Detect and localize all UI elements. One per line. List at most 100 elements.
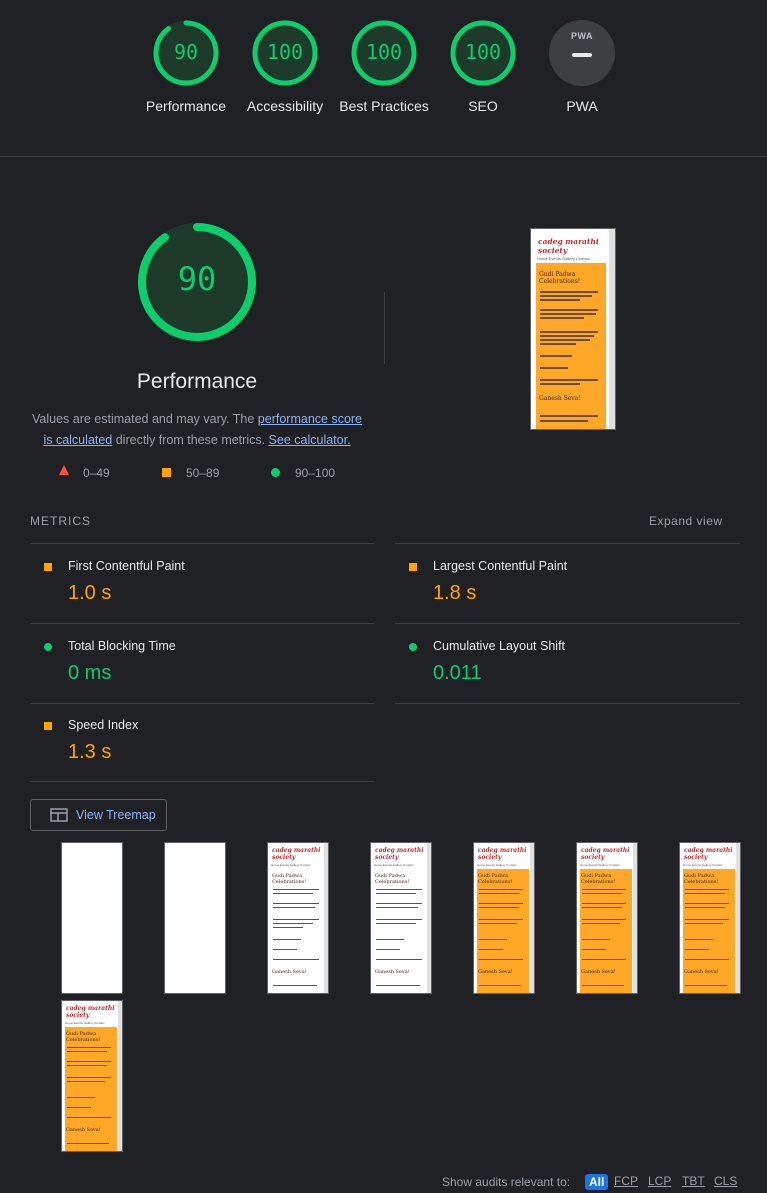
frame-logo-line: cadeg marathi bbox=[375, 847, 424, 854]
metric-speed-index: Speed Index 1.3 s bbox=[30, 703, 374, 783]
desc-text-2: directly from these metrics. bbox=[112, 433, 269, 447]
filmstrip-frame-3: cadeg marathi society Home Events Gallery… bbox=[267, 842, 329, 994]
average-square-icon bbox=[409, 563, 417, 571]
frame-logo-line: society bbox=[66, 1012, 90, 1019]
text-line bbox=[67, 1065, 107, 1066]
frame-heading: Ganesh Seva! bbox=[478, 969, 513, 975]
filter-tbt-chip[interactable]: TBT bbox=[682, 1174, 705, 1188]
text-line bbox=[685, 889, 729, 890]
frame-logo-line: society bbox=[272, 854, 296, 861]
text-line bbox=[540, 383, 580, 385]
frame-logo: cadeg marathi society bbox=[684, 847, 733, 861]
category-gauge-performance[interactable]: 90 bbox=[153, 20, 219, 86]
best-practices-score: 100 bbox=[365, 40, 403, 64]
frame-logo-line: cadeg marathi bbox=[581, 847, 630, 854]
pwa-dash-icon bbox=[572, 53, 592, 57]
text-line bbox=[479, 949, 503, 950]
filmstrip-frame-6: cadeg marathi society Home Events Gallery… bbox=[576, 842, 638, 994]
text-line bbox=[479, 889, 523, 890]
text-line bbox=[376, 907, 418, 908]
expand-view-toggle[interactable]: Expand view bbox=[649, 514, 723, 528]
final-screenshot[interactable]: cadeg marathi society Home Events Gallery… bbox=[530, 228, 616, 430]
metric-cumulative-layout-shift: Cumulative Layout Shift 0.011 bbox=[395, 624, 739, 704]
text-line bbox=[273, 907, 315, 908]
text-line bbox=[582, 949, 606, 950]
metric-divider bbox=[395, 703, 740, 704]
text-line bbox=[376, 923, 416, 924]
performance-label: Performance bbox=[145, 98, 227, 114]
gauge-divider bbox=[384, 292, 385, 364]
metric-label: Largest Contentful Paint bbox=[433, 559, 568, 573]
filter-fcp-chip[interactable]: FCP bbox=[614, 1174, 638, 1188]
logo-line-2: society bbox=[538, 246, 568, 255]
text-line bbox=[582, 985, 624, 986]
metrics-header: METRICS bbox=[30, 514, 91, 528]
text-line bbox=[685, 923, 723, 924]
text-line bbox=[540, 309, 598, 311]
desc-text-1: Values are estimated and may vary. The bbox=[31, 412, 258, 426]
filmstrip-frame-8: cadeg marathi society Home Events Gallery… bbox=[61, 1000, 123, 1152]
screenshot-nav: Home Events Gallery Contact bbox=[537, 256, 590, 261]
text-line bbox=[540, 295, 592, 297]
text-line bbox=[67, 1061, 111, 1062]
legend-average: 50–89 bbox=[162, 466, 219, 480]
frame-logo: cadeg marathi society bbox=[375, 847, 424, 861]
triangle-icon bbox=[59, 465, 69, 475]
frame-scrollbar bbox=[633, 843, 637, 993]
metric-total-blocking-time: Total Blocking Time 0 ms bbox=[30, 624, 374, 704]
metric-value: 1.8 s bbox=[433, 582, 477, 604]
frame-heading: Gudi Padwa Celebrations! bbox=[684, 873, 719, 885]
text-line bbox=[479, 939, 507, 940]
metric-label: Total Blocking Time bbox=[68, 639, 176, 653]
view-treemap-button[interactable]: View Treemap bbox=[30, 799, 167, 831]
text-line bbox=[582, 903, 626, 904]
text-line bbox=[540, 291, 598, 293]
filter-all-chip[interactable]: All bbox=[585, 1174, 609, 1190]
text-line bbox=[540, 420, 588, 422]
text-line bbox=[67, 1117, 111, 1118]
category-gauge-pwa[interactable]: PWA bbox=[549, 20, 615, 86]
metric-label: Speed Index bbox=[68, 718, 139, 732]
text-line bbox=[479, 907, 519, 908]
frame-heading: Gudi Padwa Celebrations! bbox=[478, 873, 513, 885]
text-line bbox=[540, 313, 596, 315]
filter-cls-chip[interactable]: CLS bbox=[714, 1174, 737, 1188]
screenshot-heading-1: Gudi Padwa Celebrations! bbox=[539, 271, 581, 285]
frame-heading: Gudi Padwa Celebrations! bbox=[66, 1031, 101, 1043]
logo-line-1: cadeg marathi bbox=[538, 237, 599, 246]
text-line bbox=[540, 355, 572, 357]
text-line bbox=[273, 985, 317, 986]
square-icon bbox=[162, 468, 171, 477]
seo-label: SEO bbox=[468, 98, 498, 114]
frame-heading: Ganesh Seva! bbox=[66, 1127, 101, 1133]
see-calculator-link[interactable]: See calculator. bbox=[269, 433, 351, 447]
text-line bbox=[273, 959, 319, 960]
text-line bbox=[67, 1107, 91, 1108]
text-line bbox=[582, 939, 610, 940]
legend-fail-label: 0–49 bbox=[83, 466, 110, 480]
accessibility-score: 100 bbox=[266, 40, 304, 64]
category-gauge-best-practices[interactable]: 100 bbox=[351, 20, 417, 86]
frame-logo: cadeg marathi society bbox=[581, 847, 630, 861]
category-gauge-seo[interactable]: 100 bbox=[450, 20, 516, 86]
text-line bbox=[540, 299, 580, 301]
text-line bbox=[685, 959, 729, 960]
text-line bbox=[582, 893, 622, 894]
frame-heading: Ganesh Seva! bbox=[581, 969, 616, 975]
text-line bbox=[376, 903, 422, 904]
text-line bbox=[582, 923, 620, 924]
text-line bbox=[685, 919, 729, 920]
text-line bbox=[540, 415, 598, 417]
filter-lcp-chip[interactable]: LCP bbox=[648, 1174, 671, 1188]
text-line bbox=[540, 367, 568, 369]
legend-fail: 0–49 bbox=[59, 465, 110, 480]
pwa-badge-icon: PWA bbox=[570, 31, 593, 41]
view-treemap-label: View Treemap bbox=[76, 808, 156, 822]
frame-logo-line: society bbox=[375, 854, 399, 861]
category-gauge-accessibility[interactable]: 100 bbox=[252, 20, 318, 86]
metric-label: First Contentful Paint bbox=[68, 559, 185, 573]
text-line bbox=[540, 343, 576, 345]
frame-logo-line: society bbox=[684, 854, 708, 861]
metric-value: 1.3 s bbox=[68, 741, 112, 763]
text-line bbox=[67, 1143, 109, 1144]
